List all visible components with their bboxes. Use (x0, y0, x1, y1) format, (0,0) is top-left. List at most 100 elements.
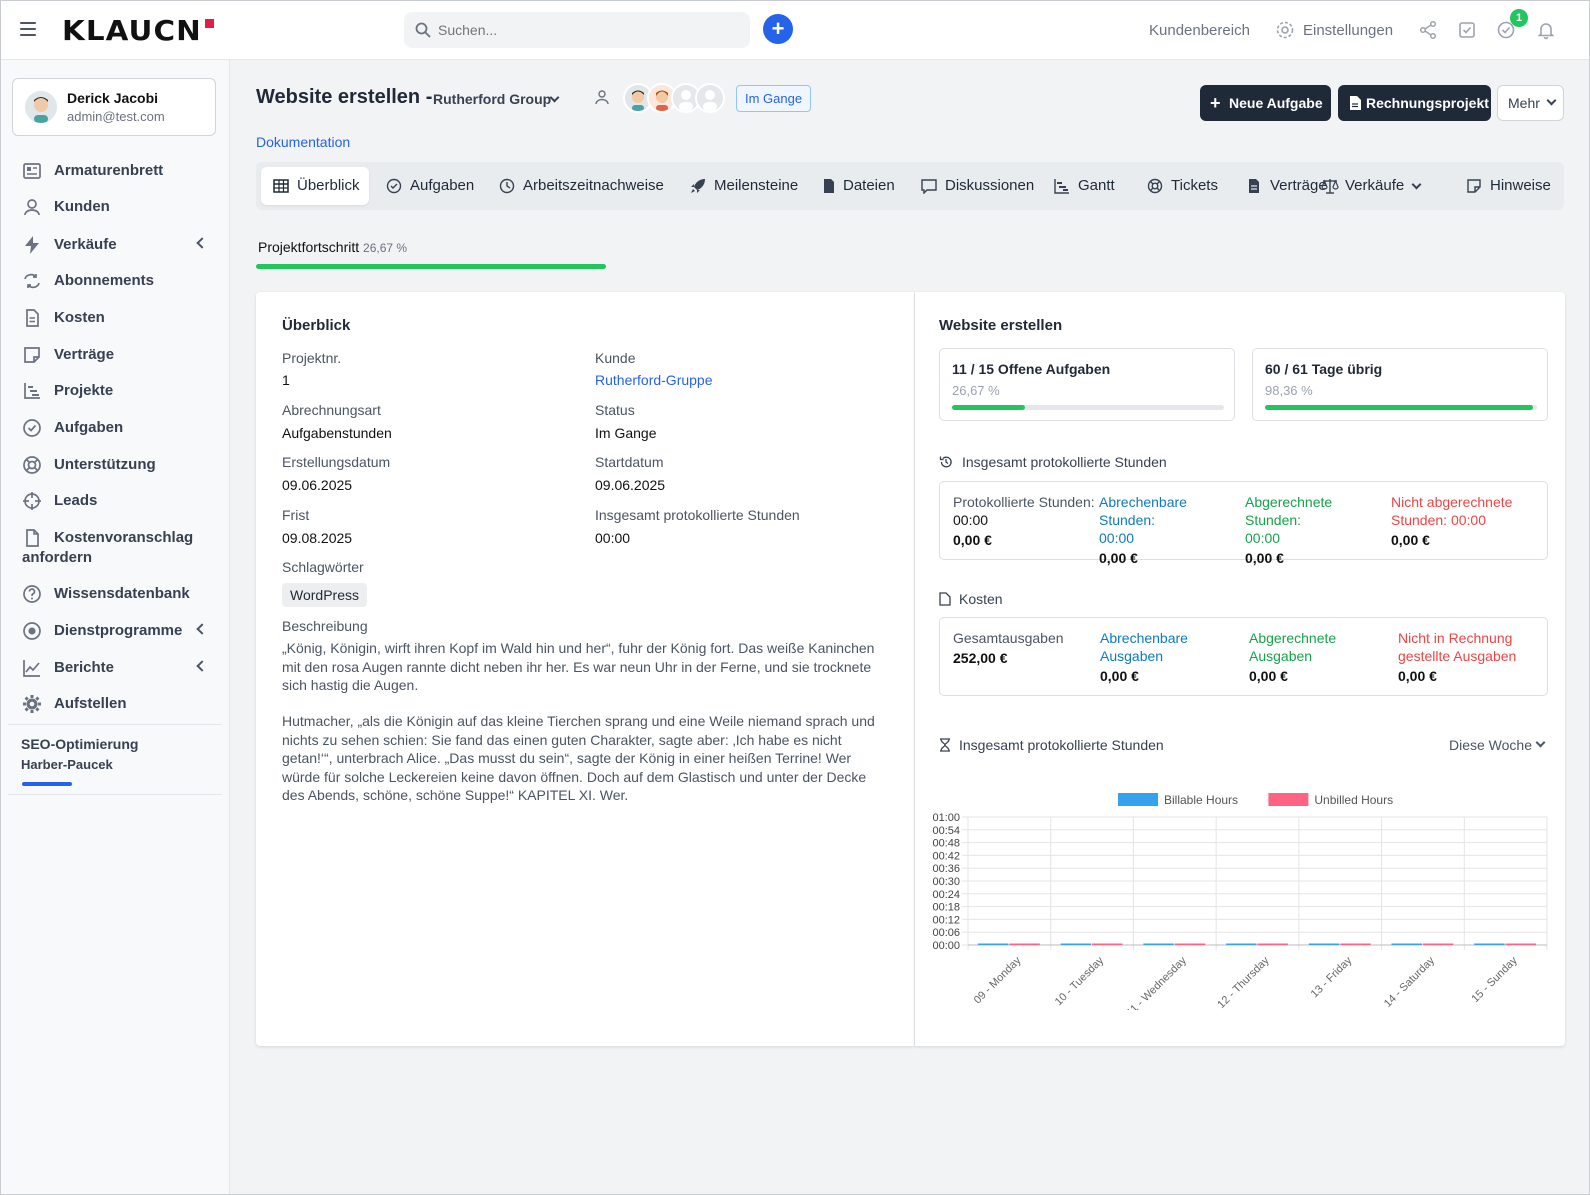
chart-bar (1474, 943, 1505, 945)
tab-label: Verkäufe (1345, 177, 1405, 194)
hours-billed-label: Abgerechnete Stunden: (1245, 494, 1333, 528)
user-icon (24, 199, 40, 216)
status-label: Status (595, 402, 635, 418)
user-card[interactable]: Derick Jacobi admin@test.com (12, 78, 216, 136)
days-left-title: 60 / 61 Tage übrig (1265, 361, 1383, 377)
days-left-percent: 98,36 % (1265, 383, 1313, 398)
costs-billable-cell: Abrechenbare Ausgaben 0,00 € (1100, 629, 1240, 685)
gear-icon[interactable] (1275, 20, 1295, 40)
lightning-icon (25, 236, 39, 254)
x-tick-label: 14 - Saturday (1382, 954, 1438, 1010)
app-logo[interactable]: KLAUCN (62, 14, 202, 47)
gear-icon (23, 695, 41, 713)
documentation-link[interactable]: Dokumentation (256, 134, 350, 150)
days-left-progress-fill (1265, 405, 1533, 410)
notification-badge: 1 (1510, 9, 1528, 27)
bell-icon[interactable] (1536, 20, 1556, 40)
chart-bar (1257, 943, 1288, 945)
scale-icon (1321, 179, 1339, 194)
description-paragraph: Hutmacher, „als die Königin auf das klei… (282, 713, 875, 803)
invoice-project-button[interactable]: Rechnungsprojekt (1338, 85, 1491, 121)
tab-label: Dateien (843, 177, 895, 194)
chart-bar (1226, 943, 1257, 945)
file-icon (824, 179, 834, 193)
y-tick-label: 00:12 (932, 914, 960, 926)
tab-overview[interactable]: Überblick (261, 167, 369, 205)
circle-dot-icon (23, 622, 41, 640)
sidebar-item-estimate-request[interactable]: Kostenvoranschlag anfordern (22, 528, 218, 568)
tab-sales[interactable]: Verkäufe (1321, 167, 1425, 205)
client-link[interactable]: Rutherford-Gruppe (595, 372, 713, 388)
sidebar-divider (8, 794, 222, 795)
chart-bar (1505, 943, 1537, 945)
costs-unbilled-label: Nicht in Rechnung (1398, 630, 1513, 646)
legend-swatch (1268, 793, 1309, 806)
top-bar: KLAUCN + Kundenbereich Einstellungen 1 (0, 0, 1590, 60)
settings-link[interactable]: Einstellungen (1303, 22, 1393, 39)
table-icon (273, 179, 289, 193)
chevron-down-icon (1546, 95, 1557, 106)
hours-unbilled-label-2: Stunden: (1391, 512, 1448, 528)
y-tick-label: 00:54 (932, 825, 960, 837)
tab-label: Aufgaben (410, 177, 475, 194)
chart-bar (977, 943, 1009, 945)
hours-logged-label: Protokollierte Stunden: (953, 494, 1095, 510)
days-left-progress (1265, 405, 1537, 410)
file-icon (939, 592, 951, 606)
costs-total-label: Gesamtausgaben (953, 630, 1064, 646)
customer-area-link[interactable]: Kundenbereich (1149, 22, 1250, 39)
avatar[interactable] (695, 83, 725, 113)
user-icon[interactable] (594, 89, 610, 105)
project-tabs: Überblick Aufgaben Arbeitszeitnachweise … (256, 162, 1564, 210)
project-progress-label: Projektfortschritt 26,67 % (258, 239, 407, 255)
hours-billable-time: 00:00 (1099, 530, 1135, 546)
checkbox-icon[interactable] (1457, 20, 1477, 40)
history-icon (939, 456, 952, 468)
costs-heading-text: Kosten (959, 591, 1003, 607)
sidebar: Derick Jacobi admin@test.com Armaturenbr… (0, 60, 230, 1195)
user-email: admin@test.com (67, 109, 165, 124)
more-dropdown[interactable]: Mehr (1497, 85, 1564, 121)
y-tick-label: 00:42 (932, 850, 960, 862)
search-box[interactable] (404, 12, 750, 48)
sidebar-item-label: Leads (54, 492, 98, 509)
hours-unbilled-label: Nicht abgerechnete (1391, 494, 1513, 510)
y-tick-label: 00:24 (932, 889, 960, 901)
tab-label: Hinweise (1490, 177, 1551, 194)
chevron-left-icon (196, 623, 208, 635)
deadline-value: 09.08.2025 (282, 530, 353, 546)
week-filter-dropdown[interactable]: Diese Woche (1449, 737, 1546, 753)
gantt-icon (1054, 179, 1069, 194)
client-switcher[interactable]: Rutherford Group (433, 91, 551, 107)
tag-badge[interactable]: WordPress (282, 583, 367, 607)
x-tick-label: 10 - Tuesday (1053, 954, 1107, 1008)
menu-toggle-icon[interactable] (20, 22, 36, 36)
tab-label: Überblick (297, 177, 360, 194)
costs-billable-label-2: Ausgaben (1100, 648, 1164, 664)
x-tick-label: 13 - Friday (1309, 954, 1355, 1000)
start-date-value: 09.06.2025 (595, 477, 666, 493)
chat-icon (921, 179, 937, 194)
days-left-card: 60 / 61 Tage übrig 98,36 % (1252, 348, 1548, 421)
chart-bar (1060, 943, 1092, 945)
description-paragraph: „König, Königin, wirft ihren Kopf im Wal… (282, 640, 875, 693)
logged-hours-heading-text: Insgesamt protokollierte Stunden (962, 454, 1167, 470)
week-filter-label: Diese Woche (1449, 737, 1533, 753)
new-task-button[interactable]: + Neue Aufgabe (1200, 85, 1331, 121)
hours-billed-time: 00:00 (1245, 530, 1281, 546)
pinned-project-title[interactable]: SEO-Optimierung (21, 736, 138, 752)
share-icon[interactable] (1418, 20, 1438, 40)
file-icon (26, 529, 39, 547)
swiss-flag-icon (205, 19, 214, 28)
y-tick-label: 00:30 (932, 876, 960, 888)
quick-add-button[interactable]: + (763, 14, 793, 44)
open-tasks-progress-fill (952, 405, 1025, 410)
legend-swatch (1118, 793, 1158, 806)
new-task-label: Neue Aufgabe (1229, 95, 1323, 111)
search-input[interactable] (438, 12, 738, 48)
y-tick-label: 01:00 (932, 812, 960, 824)
sidebar-item-label: Aufstellen (54, 695, 127, 712)
legend-label: Unbilled Hours (1314, 793, 1393, 807)
open-tasks-card: 11 / 15 Offene Aufgaben 26,67 % (939, 348, 1235, 421)
sidebar-item-label: Wissensdatenbank (54, 585, 190, 602)
